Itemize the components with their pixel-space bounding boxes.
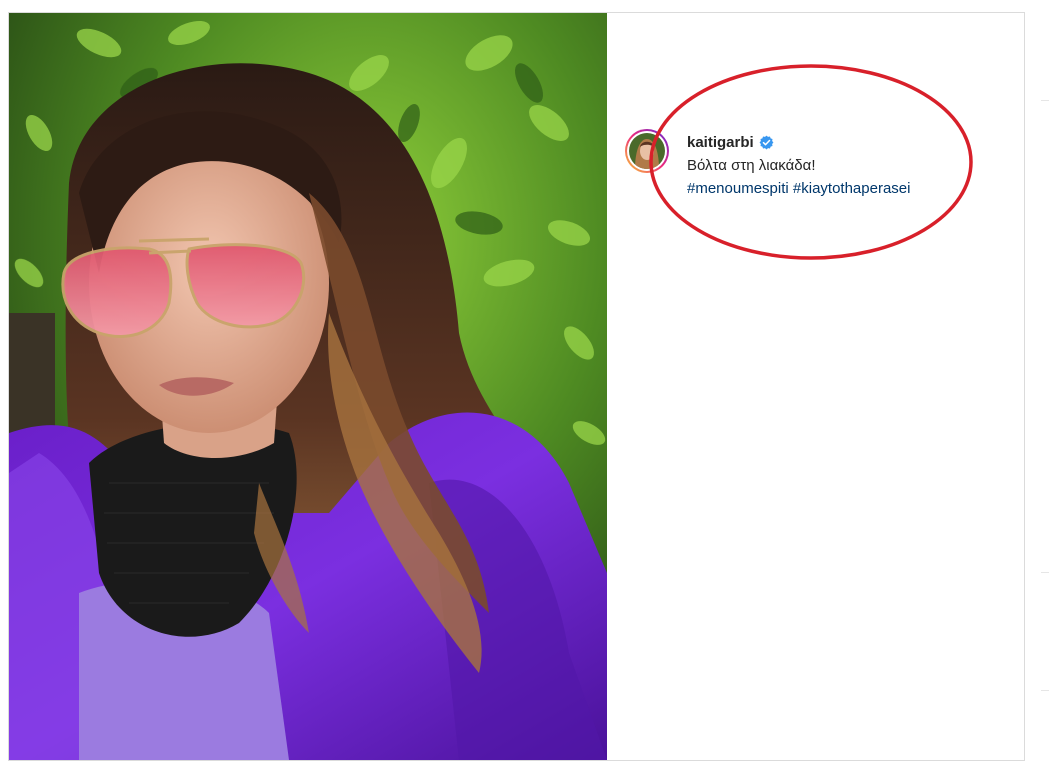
avatar-image [629, 133, 665, 169]
post-side-panel: kaitigarbi Βόλτα στη λιακάδα! #menoumesp… [607, 13, 1024, 760]
verified-badge-icon [759, 135, 774, 150]
caption-body: Βόλτα στη λιακάδα! [687, 157, 816, 174]
username-link[interactable]: kaitigarbi [687, 131, 754, 154]
divider [1041, 572, 1049, 573]
hashtag-link[interactable]: #menoumespiti [687, 180, 789, 197]
divider [1041, 690, 1049, 691]
hashtags-line: #menoumespiti #kiaytothaperasei [687, 177, 910, 200]
post-photo[interactable] [9, 13, 607, 760]
instagram-post-card: kaitigarbi Βόλτα στη λιακάδα! #menoumesp… [8, 12, 1025, 761]
selfie-image [9, 13, 607, 760]
hashtag-link[interactable]: #kiaytothaperasei [793, 180, 911, 197]
caption-text: kaitigarbi Βόλτα στη λιακάδα! #menoumesp… [687, 131, 910, 200]
avatar[interactable] [625, 129, 669, 173]
caption-row: kaitigarbi Βόλτα στη λιακάδα! #menoumesp… [625, 129, 910, 200]
divider [1041, 100, 1049, 101]
